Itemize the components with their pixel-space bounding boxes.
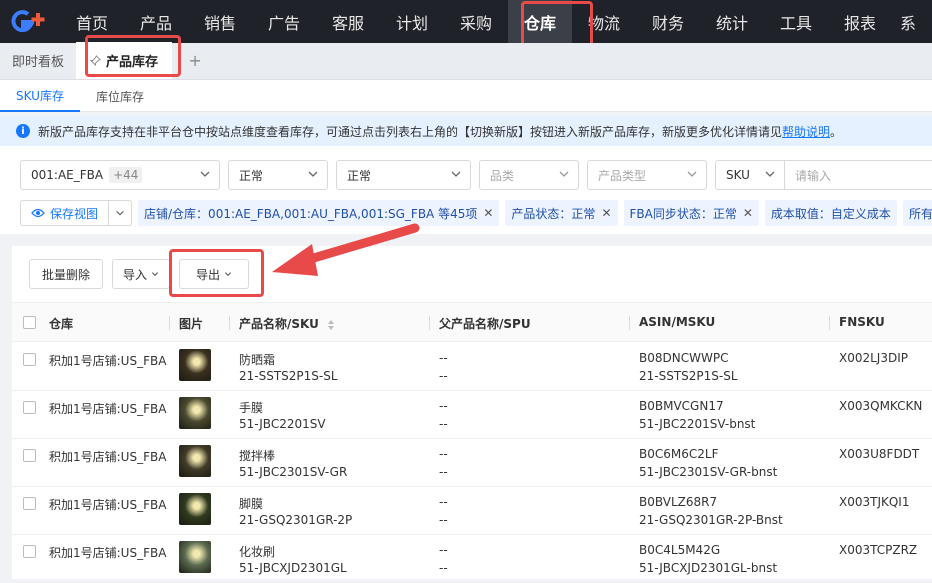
annotation-arrow-icon [272, 223, 420, 276]
